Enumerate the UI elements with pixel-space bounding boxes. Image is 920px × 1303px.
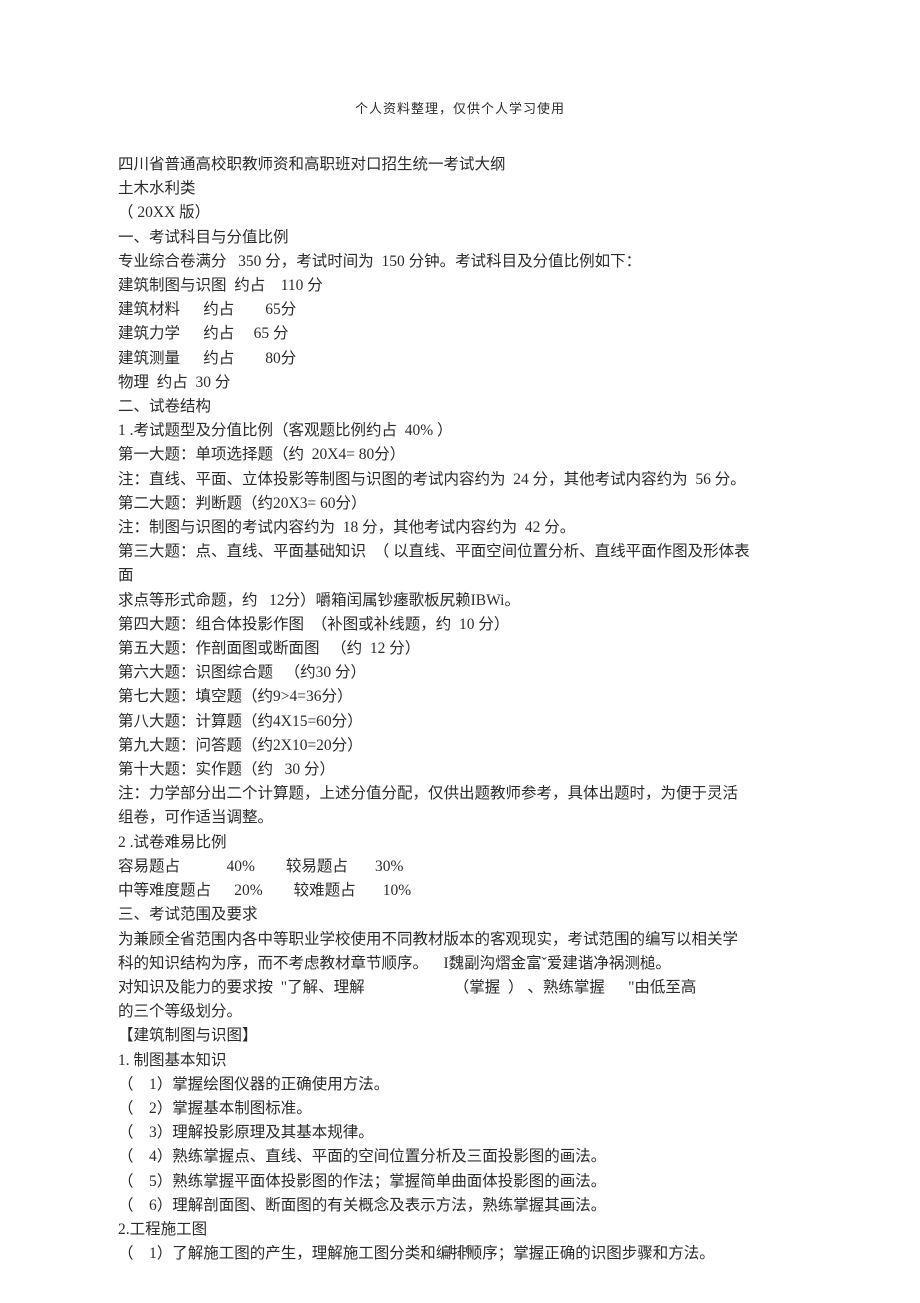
text-line: 土木水利类 bbox=[118, 177, 802, 201]
text-line: 专业综合卷满分 350 分，考试时间为 150 分钟。考试科目及分值比例如下： bbox=[118, 250, 802, 274]
text-line: 的三个等级划分。 bbox=[118, 1000, 802, 1024]
text-line: 科的知识结构为序，而不考虑教材章节顺序。 I魏副沟熠金富ˇ爱建谐净祸测槌。 bbox=[118, 952, 802, 976]
text-line: 1 .考试题型及分值比例（客观题比例约占 40% ） bbox=[118, 419, 802, 443]
text-line: 三、考试范围及要求 bbox=[118, 903, 802, 927]
text-line: 四川省普通高校职教师资和高职班对口招生统一考试大纲 bbox=[118, 153, 802, 177]
text-line: 第七大题：填空题（约9>4=36分） bbox=[118, 685, 802, 709]
text-line: 第八大题：计算题（约4X15=60分） bbox=[118, 710, 802, 734]
page-content: 个人资料整理，仅供个人学习使用 四川省普通高校职教师资和高职班对口招生统一考试大… bbox=[0, 0, 920, 1266]
text-line: 面 bbox=[118, 564, 802, 588]
text-line: 第四大题：组合体投影作图 （补图或补线题，约 10 分） bbox=[118, 613, 802, 637]
text-line: 建筑材料 约占 65分 bbox=[118, 298, 802, 322]
text-line: 第五大题：作剖面图或断面图 （约 12 分） bbox=[118, 637, 802, 661]
text-line: 对知识及能力的要求按 "了解、理解 （掌握 ） 、熟练掌握 "由低至高 bbox=[118, 976, 802, 1000]
text-line: 注：力学部分出二个计算题，上述分值分配，仅供出题教师参考，具体出题时，为便于灵活 bbox=[118, 782, 802, 806]
text-line: 组卷，可作适当调整。 bbox=[118, 806, 802, 830]
text-line: （ 1）掌握绘图仪器的正确使用方法。 bbox=[118, 1073, 802, 1097]
text-line: 建筑制图与识图 约占 110 分 bbox=[118, 274, 802, 298]
text-line: 容易题占 40% 较易题占 30% bbox=[118, 855, 802, 879]
page-number: 1 / 6 bbox=[0, 1243, 920, 1259]
text-line: （ 4）熟练掌握点、直线、平面的空间位置分析及三面投影图的画法。 bbox=[118, 1145, 802, 1169]
text-line: 【建筑制图与识图】 bbox=[118, 1024, 802, 1048]
text-line: 为兼顾全省范围内各中等职业学校使用不同教材版本的客观现实，考试范围的编写以相关学 bbox=[118, 928, 802, 952]
text-line: （ 20XX 版） bbox=[118, 201, 802, 225]
text-line: 第一大题：单项选择题（约 20X4= 80分） bbox=[118, 443, 802, 467]
text-line: 第九大题：问答题（约2X10=20分） bbox=[118, 734, 802, 758]
text-line: 第三大题：点、直线、平面基础知识 （ 以直线、平面空间位置分析、直线平面作图及形… bbox=[118, 540, 802, 564]
text-line: （ 2）掌握基本制图标准。 bbox=[118, 1097, 802, 1121]
document-body: 四川省普通高校职教师资和高职班对口招生统一考试大纲土木水利类（ 20XX 版）一… bbox=[118, 153, 802, 1266]
text-line: 注：制图与识图的考试内容约为 18 分，其他考试内容约为 42 分。 bbox=[118, 516, 802, 540]
text-line: 第二大题：判断题（约20X3= 60分） bbox=[118, 492, 802, 516]
text-line: 第十大题：实作题（约 30 分） bbox=[118, 758, 802, 782]
text-line: 一、考试科目与分值比例 bbox=[118, 226, 802, 250]
text-line: 建筑测量 约占 80分 bbox=[118, 347, 802, 371]
text-line: （ 3）理解投影原理及其基本规律。 bbox=[118, 1121, 802, 1145]
text-line: 注：直线、平面、立体投影等制图与识图的考试内容约为 24 分，其他考试内容约为 … bbox=[118, 468, 802, 492]
text-line: 2.工程施工图 bbox=[118, 1218, 802, 1242]
text-line: （ 6）理解剖面图、断面图的有关概念及表示方法，熟练掌握其画法。 bbox=[118, 1194, 802, 1218]
text-line: 第六大题：识图综合题 （约30 分） bbox=[118, 661, 802, 685]
text-line: 2 .试卷难易比例 bbox=[118, 831, 802, 855]
text-line: 求点等形式命题，约 12分）嚼箱闰属钞瘗歌板尻赖IBWi。 bbox=[118, 589, 802, 613]
text-line: 1. 制图基本知识 bbox=[118, 1049, 802, 1073]
top-note: 个人资料整理，仅供个人学习使用 bbox=[118, 98, 802, 117]
text-line: 二、试卷结构 bbox=[118, 395, 802, 419]
text-line: 建筑力学 约占 65 分 bbox=[118, 322, 802, 346]
text-line: 中等难度题占 20% 较难题占 10% bbox=[118, 879, 802, 903]
text-line: 物理 约占 30 分 bbox=[118, 371, 802, 395]
text-line: （ 5）熟练掌握平面体投影图的作法；掌握简单曲面体投影图的画法。 bbox=[118, 1170, 802, 1194]
